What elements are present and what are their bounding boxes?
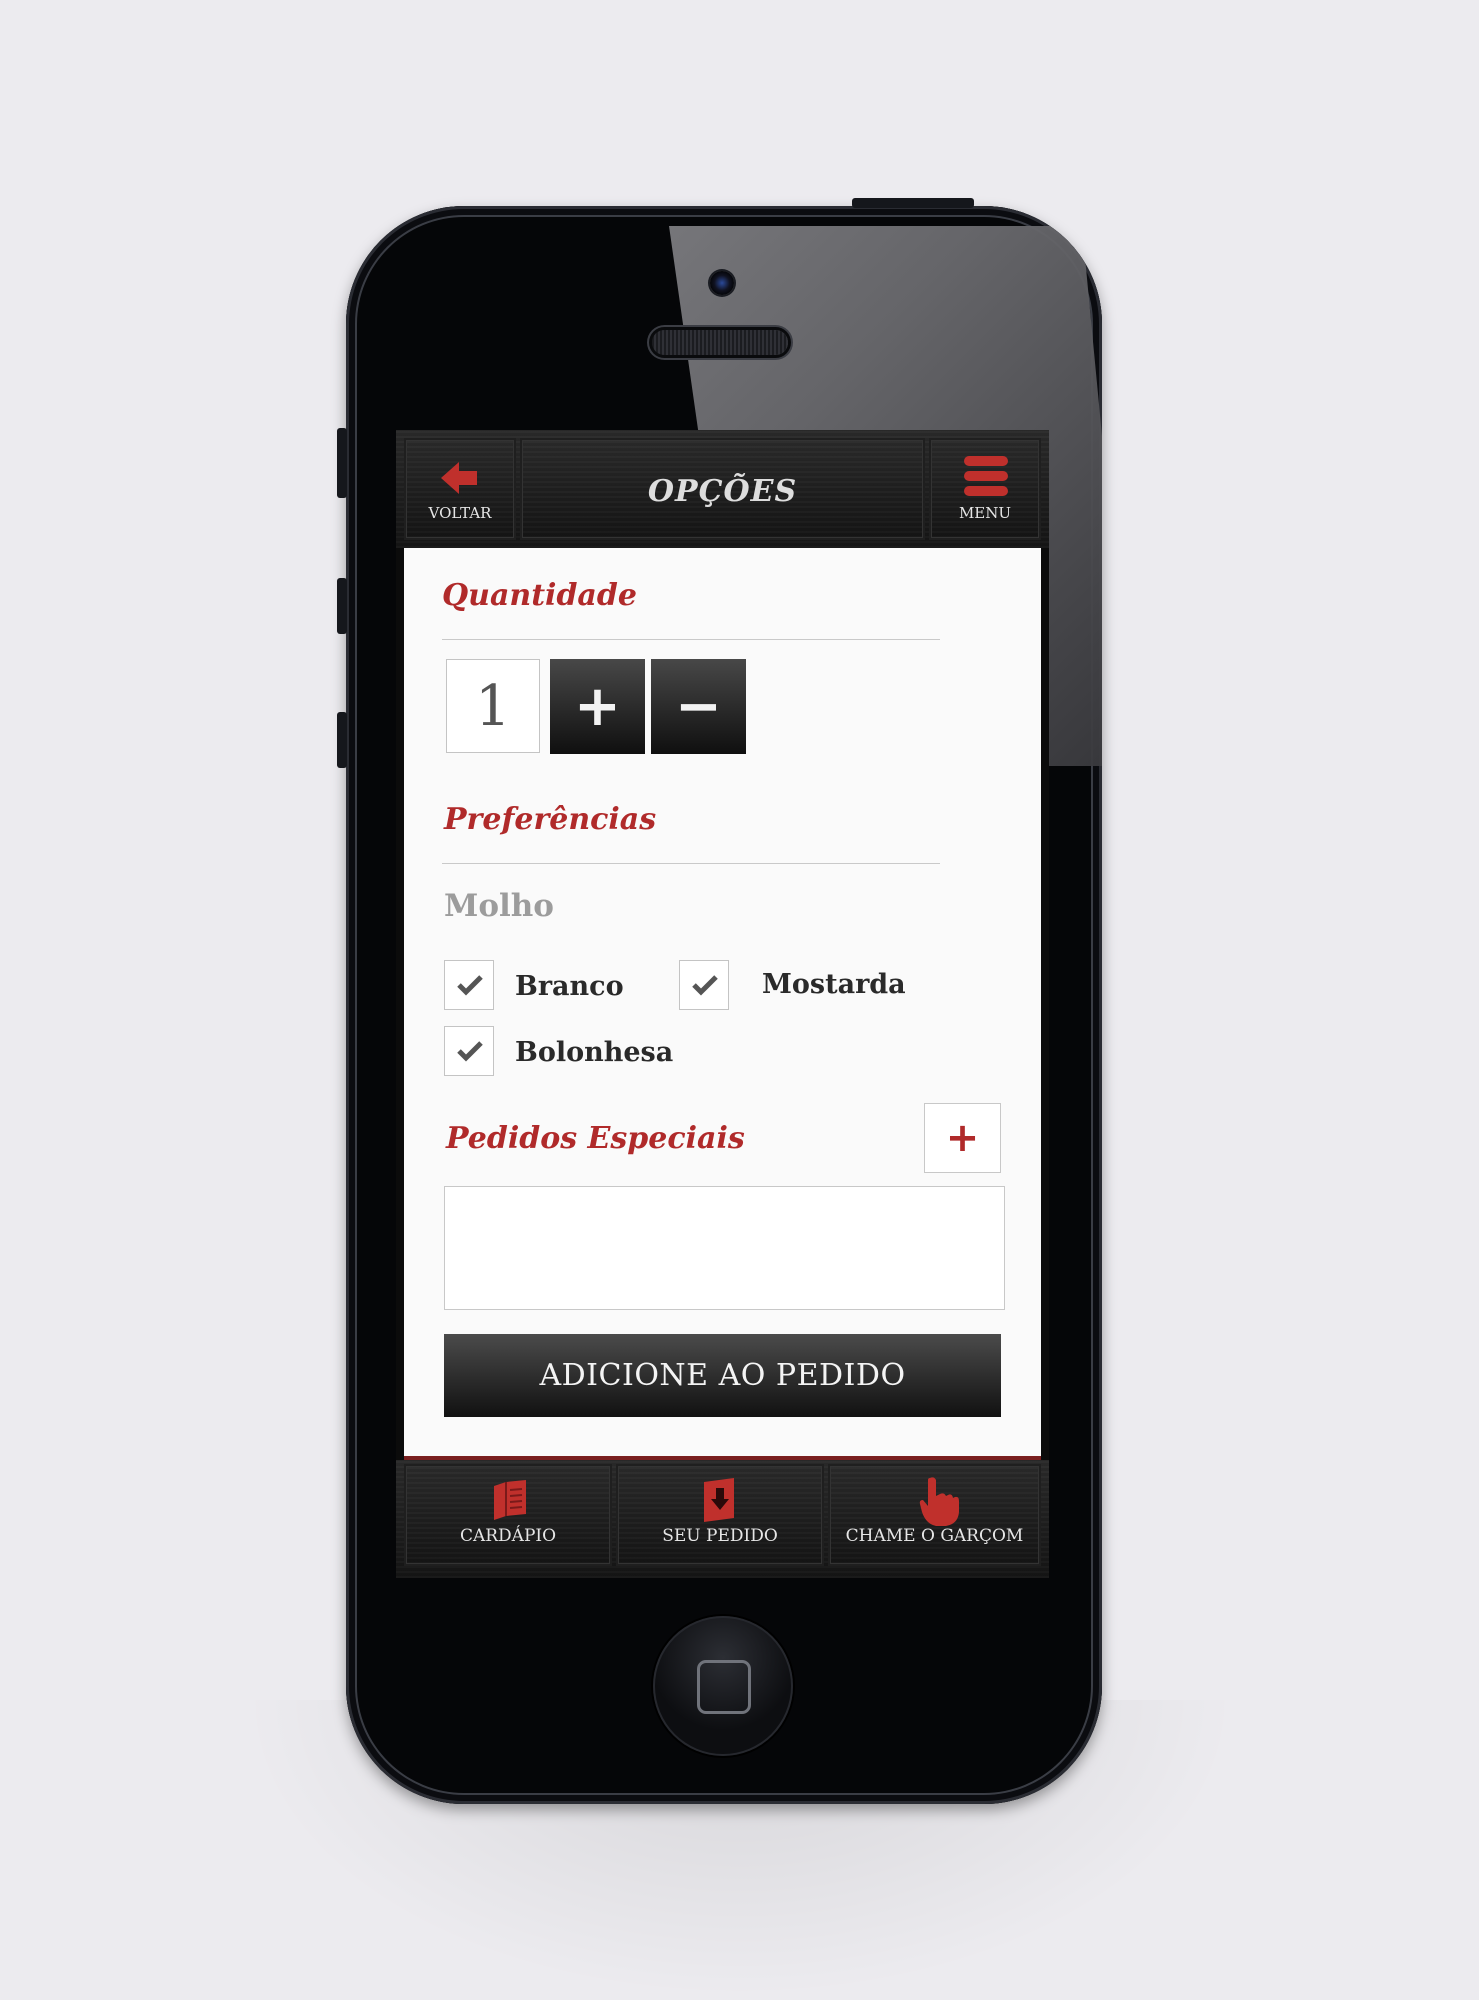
volume-up-button <box>337 578 347 634</box>
top-navigation-bar: VOLTAR OPÇÕES MENU <box>396 430 1049 548</box>
mute-switch <box>337 428 347 498</box>
checkmark-icon <box>457 1041 483 1062</box>
option-label: Bolonhesa <box>515 1037 674 1068</box>
checkbox-mostarda[interactable] <box>679 960 729 1010</box>
menu-label: MENU <box>958 504 1012 522</box>
quantity-decrease-button[interactable]: − <box>651 659 746 754</box>
home-square-icon <box>697 1660 751 1714</box>
options-content: Quantidade 1 + − Preferências Molho Bran… <box>404 548 1041 1456</box>
checkmark-icon <box>457 975 483 996</box>
divider <box>442 639 940 640</box>
add-special-request-button[interactable]: + <box>924 1103 1001 1173</box>
option-label: Branco <box>515 971 624 1002</box>
home-button[interactable] <box>653 1616 793 1756</box>
title-panel: OPÇÕES <box>520 438 925 540</box>
tab-label: CARDÁPIO <box>459 1526 557 1546</box>
tab-seu-pedido[interactable]: SEU PEDIDO <box>616 1464 824 1566</box>
sauce-group-label: Molho <box>444 888 554 924</box>
divider <box>442 863 940 864</box>
earpiece-speaker <box>652 330 788 355</box>
back-button[interactable]: VOLTAR <box>404 438 516 540</box>
checkbox-branco[interactable] <box>444 960 494 1010</box>
checkmark-icon <box>692 975 718 996</box>
special-requests-input[interactable] <box>444 1186 1005 1310</box>
quantity-value: 1 <box>446 659 540 753</box>
page-title: OPÇÕES <box>647 474 798 509</box>
menu-button[interactable]: MENU <box>929 438 1041 540</box>
front-camera <box>710 271 734 295</box>
option-label: Mostarda <box>762 969 906 1000</box>
tab-cardapio[interactable]: CARDÁPIO <box>404 1464 612 1566</box>
tab-chame-garcom[interactable]: CHAME O GARÇOM <box>828 1464 1041 1566</box>
phone-frame: VOLTAR OPÇÕES MENU Quantidade 1 + − Pref… <box>346 206 1102 1804</box>
tab-label: SEU PEDIDO <box>662 1526 778 1546</box>
app-screen: VOLTAR OPÇÕES MENU Quantidade 1 + − Pref… <box>396 430 1049 1578</box>
add-to-order-button[interactable]: ADICIONE AO PEDIDO <box>444 1334 1001 1417</box>
checkbox-bolonhesa[interactable] <box>444 1026 494 1076</box>
volume-down-button <box>337 712 347 768</box>
quantity-heading: Quantidade <box>442 578 637 613</box>
quantity-increase-button[interactable]: + <box>550 659 645 754</box>
hand-pointer-icon <box>919 1477 959 1526</box>
bottom-tab-bar: CARDÁPIO SEU PEDIDO CHAME O GARÇOM <box>396 1460 1049 1578</box>
back-label: VOLTAR <box>428 504 492 522</box>
preferences-heading: Preferências <box>444 802 657 837</box>
order-download-icon <box>704 1478 734 1522</box>
power-button <box>852 198 974 208</box>
book-icon <box>494 1480 526 1520</box>
tab-label: CHAME O GARÇOM <box>845 1526 1024 1546</box>
special-requests-heading: Pedidos Especiais <box>446 1121 745 1156</box>
hamburger-menu-icon <box>964 456 1008 496</box>
arrow-left-icon <box>441 462 477 494</box>
